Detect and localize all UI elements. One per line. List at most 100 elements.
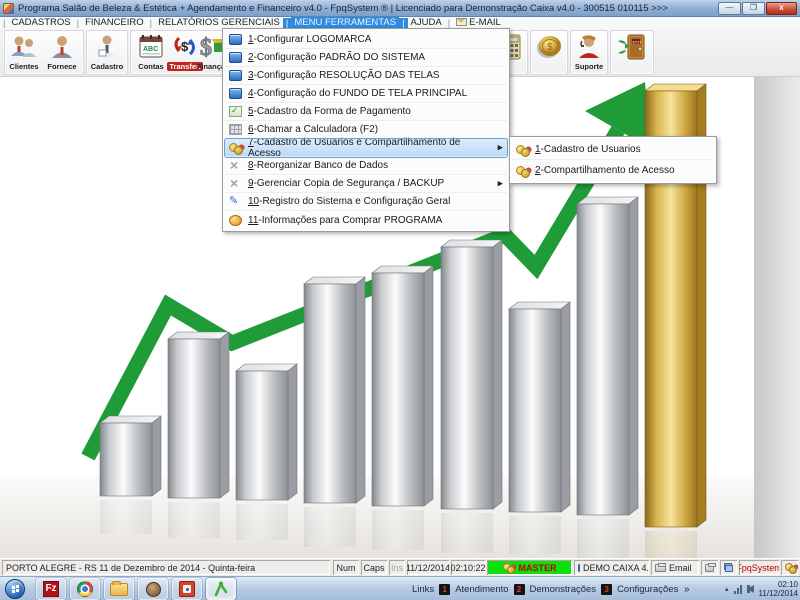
taskbar: Fz Links 1 Atendimento 2 Demonstrações 3… (0, 576, 800, 600)
title-bar: Programa Salão de Beleza & Estética + Ag… (0, 0, 800, 17)
status-user: MASTER (487, 560, 572, 575)
tools-icon (229, 175, 242, 191)
cadastro-button[interactable]: Cadastro (89, 31, 125, 73)
status-location: PORTO ALEGRE - RS 11 de Dezembro de 2014… (2, 560, 330, 575)
menu-item-label: 10-Registro do Sistema e Configuração Ge… (248, 196, 451, 207)
taskbar-explorer-button[interactable] (104, 578, 134, 600)
menu-financeiro[interactable]: FINANCEIRO (82, 17, 147, 29)
status-user-label: MASTER (518, 562, 557, 573)
close-button[interactable]: x (766, 1, 797, 15)
shortcut-badge-3: 3 (601, 583, 613, 595)
menu-item-label: 11-Informações para Comprar PROGRAMA (248, 214, 443, 226)
status-network[interactable] (720, 560, 737, 575)
status-bar: PORTO ALEGRE - RS 11 de Dezembro de 2014… (0, 558, 800, 576)
menu-separator: | (399, 17, 408, 29)
suporte-button[interactable]: Suporte (572, 31, 606, 73)
screen-icon (229, 70, 242, 81)
menu-item-forma-pagamento[interactable]: 5-Cadastro da Forma de Pagamento (225, 103, 507, 121)
filezilla-icon: Fz (43, 581, 59, 597)
svg-text:ABC: ABC (143, 46, 158, 53)
menu-item-label: 6-Chamar a Calculadora (F2) (248, 124, 379, 135)
menu-item-cadastro-usuarios[interactable]: 7-Cadastro de Usuarios e Compartilhament… (224, 137, 508, 159)
calculator-icon (229, 124, 242, 135)
start-button[interactable] (5, 579, 25, 599)
taskbar-viewer-button[interactable] (172, 578, 202, 600)
restore-button[interactable]: ❐ (742, 1, 765, 15)
menu-item-label: 8-Reorganizar Banco de Dados (248, 160, 389, 171)
menu-item-label: 9-Gerenciar Copia de Segurança / BACKUP (248, 178, 445, 189)
menu-item-resolucao-telas[interactable]: 3-Configuração RESOLUÇÃO DAS TELAS (225, 67, 507, 85)
shortcut-badge-1: 1 (439, 583, 451, 595)
minimize-button[interactable]: — (718, 1, 741, 15)
fpqsystem-app-icon (214, 581, 228, 597)
menu-item-configurar-logomarca[interactable]: 1-Configurar LOGOMARCA (225, 31, 507, 49)
taskbar-clock[interactable]: 02:10 11/12/2014 (759, 580, 798, 598)
fornecedores-button[interactable]: Fornece (44, 31, 80, 73)
menu-item-registro-sistema[interactable]: 10-Registro do Sistema e Configuração Ge… (225, 193, 507, 211)
clock-date: 11/12/2014 (758, 589, 798, 598)
taskbar-filezilla-button[interactable]: Fz (36, 578, 66, 600)
menu-ferramentas-dropdown: 1-Configurar LOGOMARCA 2-Configuração PA… (222, 28, 510, 232)
svg-text:$: $ (200, 35, 212, 61)
shortcut-atendimento[interactable]: Atendimento (455, 584, 508, 595)
speaker-icon[interactable] (746, 585, 754, 593)
menu-item-reorganizar-banco[interactable]: 8-Reorganizar Banco de Dados (225, 157, 507, 175)
menu-item-label: 2-Configuração PADRÃO DO SISTEMA (248, 52, 426, 63)
app-icon (3, 2, 14, 14)
menu-item-label: 5-Cadastro da Forma de Pagamento (248, 106, 411, 117)
taskbar-fpqsystem-button[interactable] (206, 578, 236, 600)
hidden-icons-chevron[interactable]: ▴ (725, 585, 729, 593)
email-icon (456, 18, 468, 27)
menu-cadastros[interactable]: CADASTROS (8, 17, 73, 29)
shortcut-configuracoes[interactable]: Configurações (617, 584, 678, 595)
menu-item-backup[interactable]: 9-Gerenciar Copia de Segurança / BACKUP ▶ (225, 175, 507, 193)
tools-icon (229, 157, 242, 173)
screen-icon (229, 52, 242, 63)
usuarios-submenu: 1-Cadastro de Usuarios 2-Compartilhament… (509, 136, 717, 184)
taskbar-chrome-button[interactable] (70, 578, 100, 600)
taskbar-app4-button[interactable] (138, 578, 168, 600)
exit-door-icon: EXIT (613, 31, 651, 62)
network-signal-icon[interactable] (733, 584, 742, 594)
coin-icon: $ (532, 31, 566, 62)
clientes-button[interactable]: Clientes (6, 31, 42, 73)
submenu-item-label: 2-Compartilhamento de Acesso (535, 165, 675, 176)
status-caps-lock: Caps (361, 560, 387, 575)
links-overflow-chevron[interactable]: » (684, 577, 690, 600)
status-email-label: Email (669, 562, 692, 573)
menu-separator: | (76, 17, 80, 29)
moeda-button[interactable]: $ (532, 31, 566, 73)
shortcut-demonstracoes[interactable]: Demonstrações (530, 584, 597, 595)
fornecedores-label: Fornece (47, 62, 77, 71)
menu-item-padrao-sistema[interactable]: 2-Configuração PADRÃO DO SISTEMA (225, 49, 507, 67)
printer-icon (655, 562, 666, 572)
screen-icon (229, 34, 242, 45)
menu-item-label: 4-Configuração do FUNDO DE TELA PRINCIPA… (248, 88, 468, 99)
screen-icon (229, 88, 242, 99)
contas-button[interactable]: ABC Contas (133, 31, 169, 73)
submenu-item-cadastro-usuarios[interactable]: 1-Cadastro de Usuarios (512, 139, 714, 160)
status-insert: Ins (389, 560, 405, 575)
folder-icon (110, 580, 128, 596)
register-icon (89, 31, 125, 62)
status-access (781, 560, 798, 575)
status-print[interactable] (701, 560, 718, 575)
image-viewer-icon (179, 581, 195, 597)
window-title: Programa Salão de Beleza & Estética + Ag… (18, 2, 668, 14)
status-email[interactable]: Email (651, 560, 699, 575)
sair-button[interactable]: EXIT (613, 31, 651, 73)
svg-text:$: $ (181, 39, 189, 54)
menu-item-comprar-programa[interactable]: 11-Informações para Comprar PROGRAMA (225, 211, 507, 229)
network-icon (724, 563, 733, 572)
system-tray: ▴ 02:10 11/12/2014 (725, 577, 798, 600)
svg-text:$: $ (547, 42, 553, 53)
suporte-label: Suporte (574, 62, 604, 71)
menu-item-label: 3-Configuração RESOLUÇÃO DAS TELAS (248, 70, 440, 81)
printer-icon (705, 562, 716, 572)
menu-item-fundo-tela[interactable]: 4-Configuração do FUNDO DE TELA PRINCIPA… (225, 85, 507, 103)
menu-separator: | (3, 17, 6, 29)
submenu-item-compartilhamento[interactable]: 2-Compartilhamento de Acesso (512, 160, 714, 181)
links-label: Links (412, 583, 435, 595)
accounts-calendar-icon: ABC (133, 31, 169, 62)
keys-icon (502, 562, 516, 574)
